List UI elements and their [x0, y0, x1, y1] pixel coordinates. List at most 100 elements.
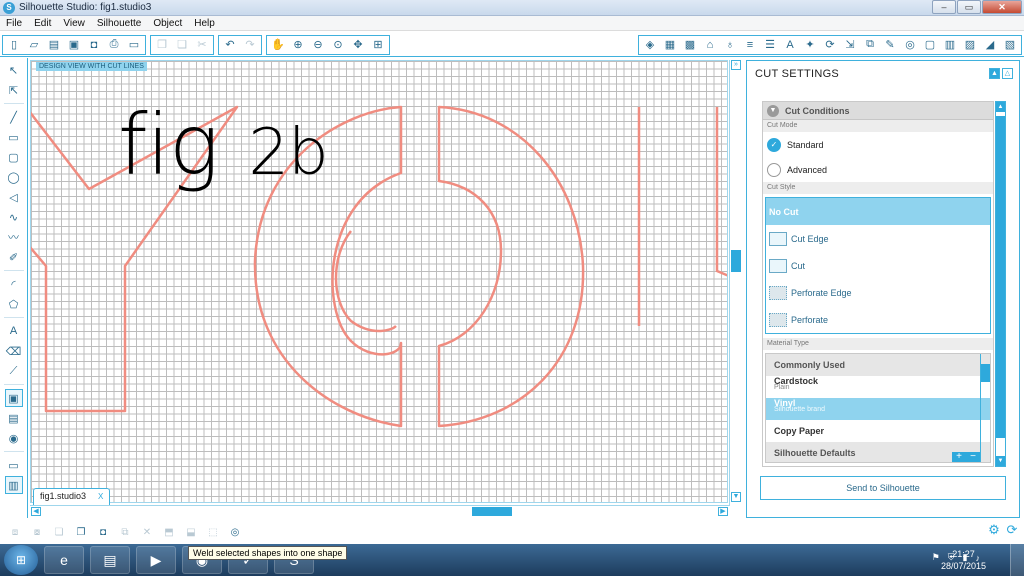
line-color-icon[interactable]: ≡	[741, 36, 759, 54]
curve-tool-icon[interactable]: ∿	[5, 208, 23, 226]
maximize-button[interactable]: ▭	[957, 0, 981, 14]
zoom-select-icon[interactable]: ⊙	[329, 36, 347, 54]
send-to-printer-icon[interactable]: ▭	[125, 36, 143, 54]
text-style-icon[interactable]: A	[781, 36, 799, 54]
new-file-icon[interactable]: ▯	[5, 36, 23, 54]
compound-path-icon[interactable]: ❏	[50, 523, 68, 541]
fill-icon[interactable]: ♁	[721, 36, 739, 54]
panel-collapse-icon[interactable]: △	[1002, 68, 1013, 79]
pan-hand-icon[interactable]: ✋	[269, 36, 287, 54]
drag-zoom-icon[interactable]: ✥	[349, 36, 367, 54]
print-icon[interactable]: ⎙	[105, 36, 123, 54]
cut-style-icon[interactable]: ⌂	[701, 36, 719, 54]
show-desktop-button[interactable]	[1010, 544, 1024, 576]
scroll-down-icon[interactable]: ▼	[731, 492, 741, 502]
cut-scissors-icon[interactable]: ✂	[193, 36, 211, 54]
smooth-freehand-tool-icon[interactable]: ✐	[5, 248, 23, 266]
canvas-vscroll-thumb[interactable]	[731, 250, 741, 272]
cut-settings-scrollbar[interactable]: ▲ ▼	[995, 101, 1006, 467]
eraser-tool-icon[interactable]: ⌫	[5, 342, 23, 360]
point-edit-tool-icon[interactable]: ⇱	[5, 81, 23, 99]
settings-gear-icon[interactable]: ⚙	[986, 522, 1002, 538]
store-icon[interactable]: ▥	[941, 36, 959, 54]
canvas-vertical-scrollbar[interactable]: » ▼	[729, 60, 742, 505]
text-tool-icon[interactable]: A	[5, 322, 23, 340]
menu-object[interactable]: Object	[147, 18, 188, 29]
redo-icon[interactable]: ↷	[241, 36, 259, 54]
store-view-icon[interactable]: ◉	[5, 429, 23, 447]
weld-icon[interactable]: ◘	[94, 523, 112, 541]
menu-help[interactable]: Help	[188, 18, 221, 29]
trace-icon[interactable]: ✎	[881, 36, 899, 54]
paste-icon[interactable]: ❏	[173, 36, 191, 54]
style-perforate-edge[interactable]: Perforate Edge	[766, 279, 990, 306]
align-icon[interactable]: ⬚	[204, 523, 222, 541]
fill-color-icon[interactable]: ◈	[641, 36, 659, 54]
minimize-button[interactable]: –	[932, 0, 956, 14]
library-icon[interactable]: ▤	[45, 36, 63, 54]
polygon-tool-icon[interactable]: ◁	[5, 188, 23, 206]
modify-icon[interactable]: ▢	[921, 36, 939, 54]
rectangle-tool-icon[interactable]: ▭	[5, 128, 23, 146]
material-vinyl[interactable]: Vinyl Silhouette brand	[766, 398, 990, 420]
scroll-up-icon[interactable]: ▲	[996, 102, 1005, 112]
remove-material-button[interactable]: −	[966, 452, 980, 462]
knife-tool-icon[interactable]: ⟋	[5, 362, 23, 380]
start-button[interactable]: ⊞	[4, 545, 38, 575]
window-view-icon[interactable]: ▭	[5, 456, 23, 474]
cut-settings-scroll-thumb[interactable]	[996, 116, 1005, 438]
refresh-icon[interactable]: ⟳	[1004, 522, 1020, 538]
ungroup-icon[interactable]: ⧇	[28, 523, 46, 541]
cut-conditions-header[interactable]: ▼ Cut Conditions	[763, 102, 993, 120]
scroll-right-icon[interactable]: ▶	[718, 507, 728, 516]
library-panel-icon[interactable]: ▨	[961, 36, 979, 54]
send-backward-icon[interactable]: ⬓	[182, 523, 200, 541]
material-copy-paper[interactable]: Copy Paper	[766, 420, 990, 442]
taskbar-media-icon[interactable]: ▶	[136, 546, 176, 574]
zoom-out-icon[interactable]: ⊖	[309, 36, 327, 54]
scroll-down-icon[interactable]: ▼	[996, 456, 1005, 466]
select-tool-icon[interactable]: ↖	[5, 61, 23, 79]
scroll-left-icon[interactable]: ◀	[31, 507, 41, 516]
duplicate-icon[interactable]: ⧉	[116, 523, 134, 541]
send-to-silhouette-button[interactable]: Send to Silhouette	[760, 476, 1006, 500]
menu-silhouette[interactable]: Silhouette	[91, 18, 147, 29]
taskbar-explorer-icon[interactable]: ▤	[90, 546, 130, 574]
offset-tool-icon[interactable]: ◎	[226, 523, 244, 541]
style-no-cut[interactable]: No Cut	[766, 198, 990, 225]
grid-icon[interactable]: ▩	[681, 36, 699, 54]
fit-to-page-icon[interactable]: ⊞	[369, 36, 387, 54]
rotate-icon[interactable]: ⟳	[821, 36, 839, 54]
flag-icon[interactable]: ⚑	[932, 552, 940, 563]
taskbar-ie-icon[interactable]: e	[44, 546, 84, 574]
split-view-icon[interactable]: ▥	[4, 476, 23, 494]
mode-standard[interactable]: ✓ Standard	[763, 132, 993, 157]
radio-advanced[interactable]	[767, 162, 781, 177]
scale-icon[interactable]: ⇲	[841, 36, 859, 54]
cut-settings-icon[interactable]: ◢	[981, 36, 999, 54]
canvas-horizontal-scrollbar[interactable]: ◀ ▶	[30, 505, 730, 517]
style-cut-edge[interactable]: Cut Edge	[766, 225, 990, 252]
menu-view[interactable]: View	[57, 18, 91, 29]
save-icon[interactable]: ▣	[65, 36, 83, 54]
zoom-in-icon[interactable]: ⊕	[289, 36, 307, 54]
material-list-scrollbar[interactable]	[980, 354, 990, 462]
add-material-button[interactable]: +	[952, 452, 966, 462]
page-setup-icon[interactable]: ▦	[661, 36, 679, 54]
open-file-icon[interactable]: ▱	[25, 36, 43, 54]
line-tool-icon[interactable]: ╱	[5, 108, 23, 126]
design-view-icon[interactable]: ▣	[4, 389, 23, 407]
undo-icon[interactable]: ↶	[221, 36, 239, 54]
group-icon[interactable]: ⧈	[6, 523, 24, 541]
line-style-icon[interactable]: ☰	[761, 36, 779, 54]
clock[interactable]: 21:27 28/07/2015	[941, 548, 986, 572]
bring-forward-icon[interactable]: ⬒	[160, 523, 178, 541]
material-scroll-thumb[interactable]	[981, 364, 990, 382]
pentagon-tool-icon[interactable]: ⬠	[5, 295, 23, 313]
document-tab-close-icon[interactable]: X	[98, 489, 103, 505]
save-as-icon[interactable]: ◘	[85, 36, 103, 54]
replicate-icon[interactable]: ⧉	[861, 36, 879, 54]
transform-icon[interactable]: ✦	[801, 36, 819, 54]
collapse-panel-icon[interactable]: »	[731, 60, 741, 70]
mode-advanced[interactable]: Advanced	[763, 157, 993, 182]
